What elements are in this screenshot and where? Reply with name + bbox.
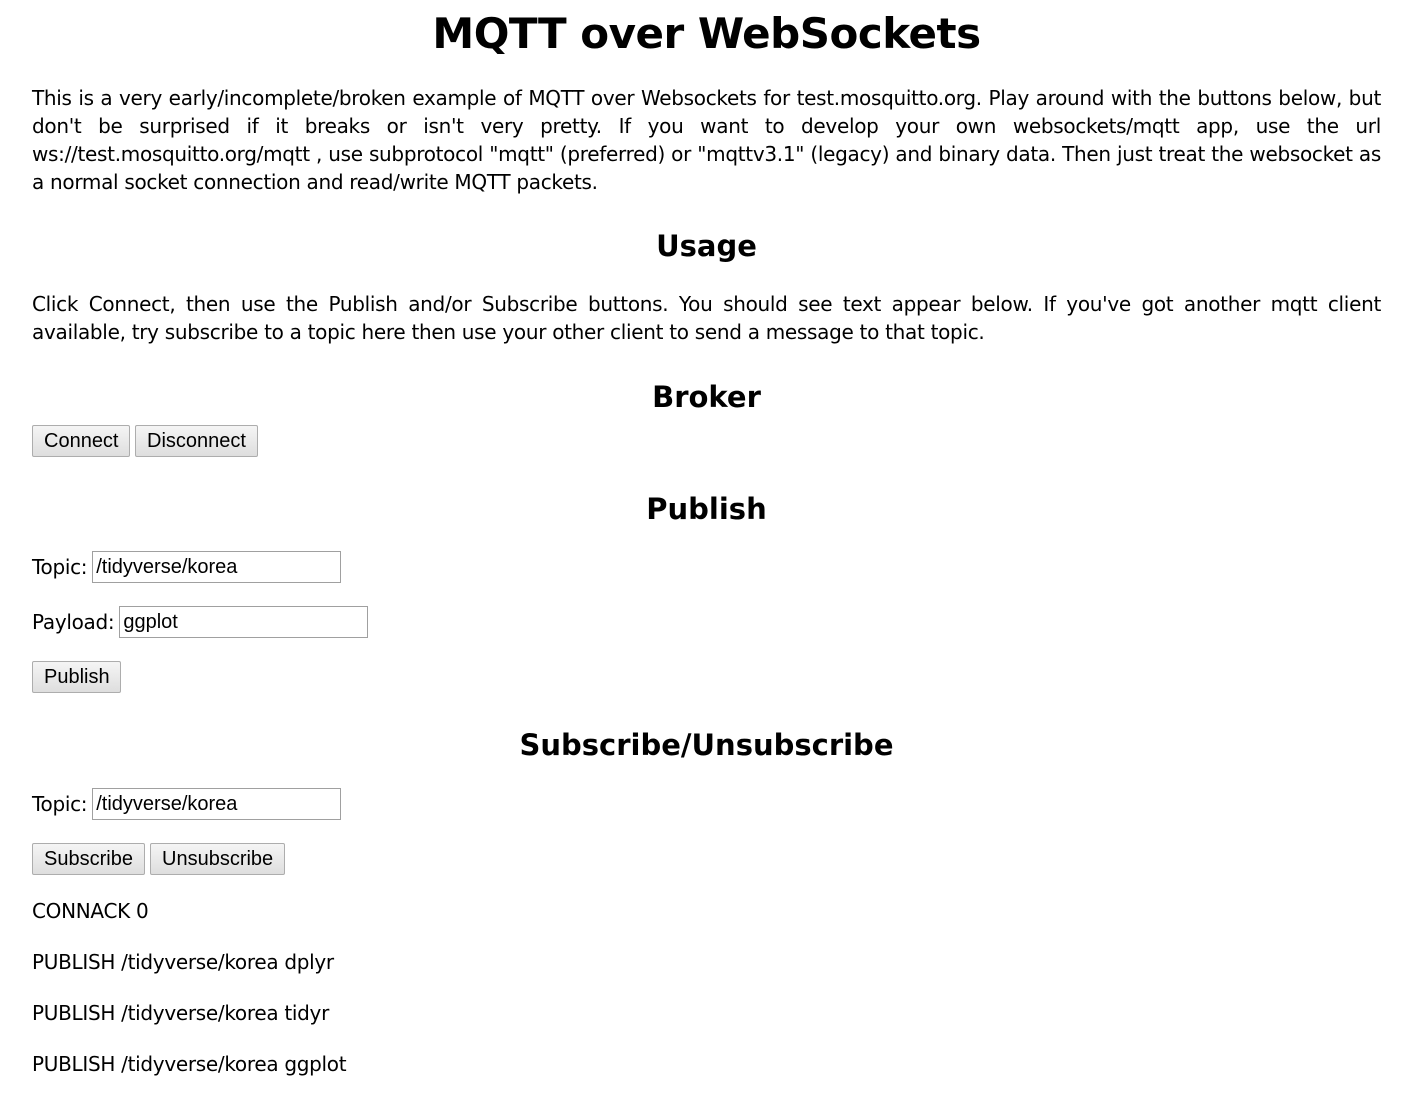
- publish-topic-input[interactable]: [92, 551, 342, 583]
- publish-topic-row: Topic:: [32, 551, 342, 583]
- log-entry: CONNACK 0: [32, 899, 149, 923]
- subscribe-button[interactable]: Subscribe: [32, 843, 145, 875]
- publish-topic-label: Topic:: [32, 555, 88, 579]
- intro-paragraph: This is a very early/incomplete/broken e…: [32, 86, 1381, 194]
- log-entry: PUBLISH /tidyverse/korea ggplot: [32, 1052, 347, 1076]
- usage-paragraph: Click Connect, then use the Publish and/…: [32, 292, 1381, 344]
- subscribe-heading: Subscribe/Unsubscribe: [519, 728, 894, 762]
- publish-button[interactable]: Publish: [32, 661, 121, 693]
- broker-heading: Broker: [652, 380, 761, 414]
- publish-heading: Publish: [646, 492, 767, 526]
- publish-payload-label: Payload:: [32, 610, 115, 634]
- publish-payload-input[interactable]: [119, 606, 369, 638]
- subscribe-topic-input[interactable]: [92, 788, 342, 820]
- subscribe-topic-label: Topic:: [32, 792, 88, 816]
- log-entry: PUBLISH /tidyverse/korea dplyr: [32, 950, 334, 974]
- log-entry: PUBLISH /tidyverse/korea tidyr: [32, 1001, 330, 1025]
- publish-payload-row: Payload:: [32, 606, 369, 638]
- unsubscribe-button[interactable]: Unsubscribe: [150, 843, 285, 875]
- connect-button[interactable]: Connect: [32, 425, 130, 457]
- usage-heading: Usage: [656, 229, 757, 263]
- subscribe-topic-row: Topic:: [32, 788, 342, 820]
- page-title: MQTT over WebSockets: [432, 9, 981, 58]
- disconnect-button[interactable]: Disconnect: [135, 425, 258, 457]
